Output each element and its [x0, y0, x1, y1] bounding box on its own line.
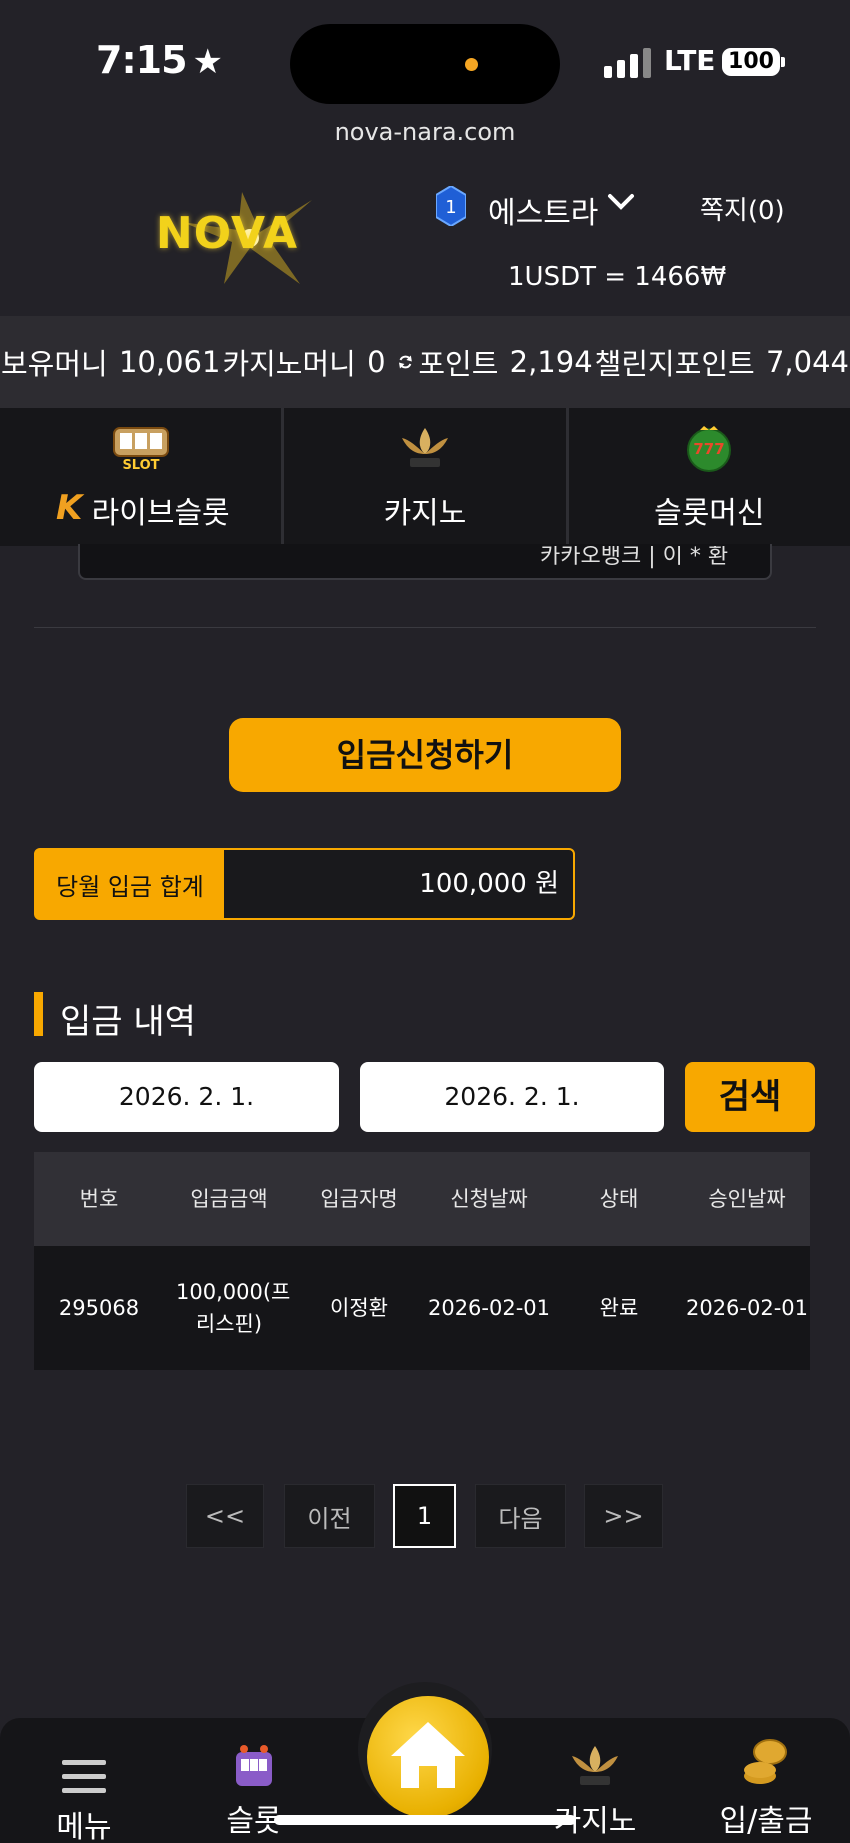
- home-button[interactable]: [367, 1696, 489, 1818]
- column-header: 신청날짜: [450, 1187, 528, 1211]
- column-header: 상태: [599, 1187, 639, 1211]
- hamburger-icon: [62, 1760, 106, 1793]
- table-header: 번호 입금금액 입금자명 신청날짜 상태 승인날짜: [34, 1152, 810, 1246]
- table-row[interactable]: 295068 100,000(프리스핀) 이정환 2026-02-01 완료 2…: [34, 1246, 810, 1370]
- refresh-icon[interactable]: [397, 345, 414, 379]
- browser-url[interactable]: nova-nara.com: [0, 118, 850, 146]
- balance-bar: 보유머니 10,061 카지노머니 0 포인트 2,194 챌린지포인트 7,0…: [0, 316, 850, 408]
- 777-slots-icon: 777: [687, 426, 732, 472]
- k-slot-icon: [401, 428, 448, 467]
- row-requested-date: 2026-02-01: [427, 1296, 551, 1320]
- game-tabs: SLOT K 라이브슬롯 카지노 777 슬롯머신: [0, 408, 850, 546]
- column-header: 승인날짜: [708, 1187, 786, 1211]
- tab-label: 슬롯머신: [654, 496, 765, 531]
- deposit-request-button[interactable]: 입금신청하기: [229, 718, 621, 792]
- site-logo[interactable]: NOVA: [142, 192, 312, 284]
- tab-casino[interactable]: 카지노: [284, 408, 569, 546]
- svg-text:SLOT: SLOT: [122, 458, 159, 472]
- dynamic-island: [290, 24, 560, 104]
- tab-label: 라이브슬롯: [91, 496, 230, 531]
- nav-label: 입/출금: [719, 1804, 813, 1839]
- point-label: 포인트: [418, 347, 499, 381]
- row-depositor: 이정환: [330, 1296, 388, 1320]
- monthly-deposit-total: 당월 입금 합계 100,000 원: [34, 848, 575, 920]
- point-value: 2,194: [509, 345, 593, 379]
- challenge-label: 챌린지포인트: [594, 347, 755, 381]
- status-time: 7:15 ★: [96, 38, 224, 82]
- pager-current[interactable]: 1: [393, 1484, 456, 1548]
- divider: [34, 627, 816, 628]
- monthly-label: 당월 입금 합계: [36, 850, 224, 918]
- home-icon: [391, 1722, 465, 1788]
- home-indicator: [274, 1815, 576, 1825]
- coins-icon: [744, 1739, 787, 1784]
- signal-icon: [604, 44, 651, 78]
- nav-deposit[interactable]: 입/출금: [716, 1738, 816, 1840]
- pager-last[interactable]: >>: [584, 1484, 663, 1548]
- svg-text:1: 1: [445, 197, 456, 218]
- pager-prev[interactable]: 이전: [284, 1484, 375, 1548]
- tab-live-slot[interactable]: SLOT K 라이브슬롯: [0, 408, 285, 546]
- money-value: 10,061: [118, 345, 221, 379]
- casino-value: 0: [367, 345, 386, 379]
- tab-label: 카지노: [383, 496, 467, 531]
- column-header: 입금금액: [190, 1187, 268, 1211]
- row-status: 완료: [599, 1296, 639, 1320]
- monthly-value: 100,000 원: [419, 869, 559, 899]
- row-approved-date: 2026-02-01: [685, 1296, 809, 1320]
- deposit-history-table: 번호 입금금액 입금자명 신청날짜 상태 승인날짜 295068 100,000…: [34, 1152, 810, 1370]
- tab-slot-machine[interactable]: 777 슬롯머신: [569, 408, 850, 546]
- level-badge-icon: 1: [436, 186, 466, 226]
- row-number: 295068: [58, 1296, 140, 1320]
- svg-text:777: 777: [694, 440, 725, 458]
- star-icon: ★: [192, 42, 224, 82]
- row-amount: 100,000(프리스핀): [176, 1280, 291, 1336]
- slot-machine-icon: [236, 1745, 272, 1786]
- section-title: 입금 내역: [60, 1002, 196, 1042]
- search-button[interactable]: 검색: [685, 1062, 815, 1132]
- nav-label: 메뉴: [56, 1810, 112, 1843]
- casino-label: 카지노머니: [222, 347, 356, 381]
- date-from-input[interactable]: 2026. 2. 1.: [34, 1062, 339, 1132]
- network-type: LTE: [664, 44, 716, 77]
- exchange-rate: 1USDT = 1466₩: [508, 262, 727, 292]
- date-to-input[interactable]: 2026. 2. 1.: [360, 1062, 664, 1132]
- money-label: 보유머니: [1, 347, 108, 381]
- battery-tip: [781, 57, 785, 67]
- nav-menu[interactable]: 메뉴: [44, 1738, 124, 1843]
- username[interactable]: 에스트라: [488, 188, 598, 232]
- section-accent-bar: [34, 992, 43, 1036]
- pager-first[interactable]: <<: [186, 1484, 264, 1548]
- column-header: 입금자명: [320, 1187, 398, 1211]
- messages-link[interactable]: 쪽지(0): [700, 190, 785, 227]
- live-slot-icon: SLOT: [112, 427, 169, 472]
- challenge-value: 7,044: [765, 345, 849, 379]
- chevron-down-icon[interactable]: [606, 190, 636, 221]
- battery-icon: 100: [722, 48, 780, 76]
- k-slot-icon: [572, 1746, 618, 1785]
- logo-text: NOVA: [155, 208, 299, 259]
- pager-next[interactable]: 다음: [475, 1484, 566, 1548]
- column-header: 번호: [79, 1187, 119, 1211]
